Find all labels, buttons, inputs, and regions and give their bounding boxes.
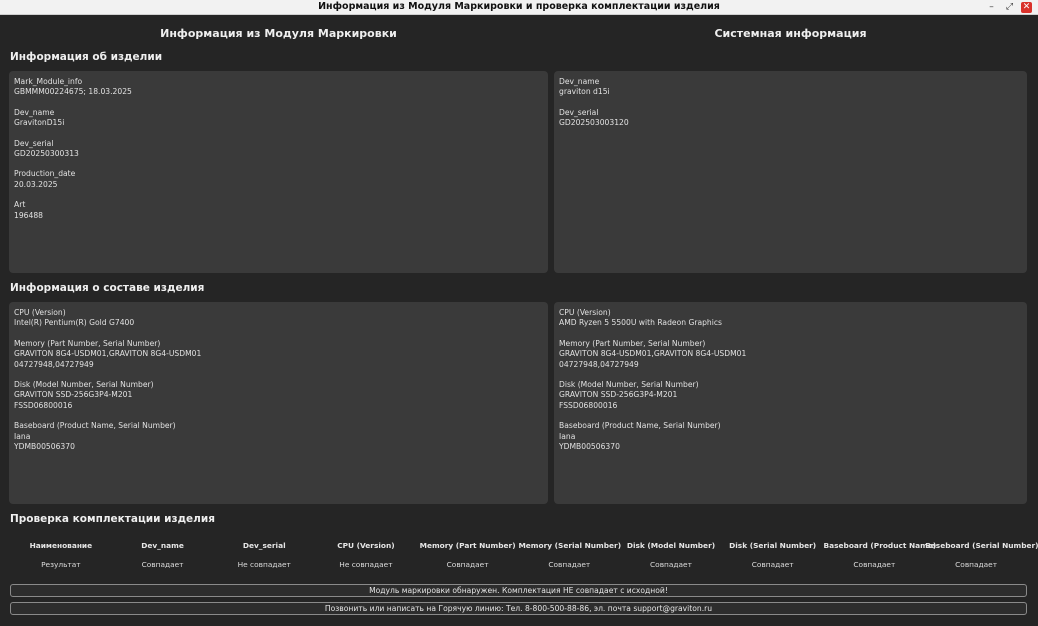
check-table: Наименование Dev_name Dev_serial CPU (Ve… bbox=[10, 537, 1038, 575]
device-system-panel: Dev_name graviton d15i Dev_serial GD2025… bbox=[554, 71, 1027, 273]
field-value: GRAVITON SSD-256G3P4-M201 bbox=[559, 390, 678, 400]
column-header: Disk (Serial Number) bbox=[729, 540, 817, 550]
result-cell: Совпадает bbox=[446, 559, 489, 569]
result-cell: Результат bbox=[41, 559, 81, 569]
field-key: Dev_name bbox=[14, 107, 55, 117]
field-dev-name: Dev_name GravitonD15i bbox=[14, 108, 543, 129]
field-disk: Disk (Model Number, Serial Number) GRAVI… bbox=[559, 380, 1022, 411]
field-value: GRAVITON SSD-256G3P4-M201 bbox=[14, 390, 133, 400]
status-message-button[interactable]: Модуль маркировки обнаружен. Комплектаци… bbox=[10, 584, 1027, 597]
field-value: Iana bbox=[559, 431, 576, 441]
field-key: Mark_Module_info bbox=[14, 77, 83, 86]
result-cell: Совпадает bbox=[853, 559, 896, 569]
field-value: GravitonD15i bbox=[14, 118, 65, 128]
field-memory: Memory (Part Number, Serial Number) GRAV… bbox=[14, 339, 543, 370]
field-production-date: Production_date 20.03.2025 bbox=[14, 169, 543, 190]
field-value-serial: 04727948,04727949 bbox=[559, 359, 639, 369]
field-cpu: CPU (Version) AMD Ryzen 5 5500U with Rad… bbox=[559, 308, 1022, 329]
field-key: Dev_name bbox=[559, 77, 600, 86]
field-value: GD202503003120 bbox=[559, 118, 629, 128]
field-mark-module-info: Mark_Module_info GBMMM00224675; 18.03.20… bbox=[14, 77, 543, 98]
result-cell: Совпадает bbox=[955, 559, 998, 569]
field-value-serial: FSSD06800016 bbox=[559, 400, 618, 410]
column-header: Dev_serial bbox=[242, 540, 286, 550]
column-header: Memory (Part Number) bbox=[419, 540, 516, 550]
field-value: Iana bbox=[14, 431, 31, 441]
field-dev-name: Dev_name graviton d15i bbox=[559, 77, 1022, 98]
field-value: 20.03.2025 bbox=[14, 179, 58, 189]
check-section-title: Проверка комплектации изделия bbox=[10, 513, 215, 525]
composition-system-panel: CPU (Version) AMD Ryzen 5 5500U with Rad… bbox=[554, 302, 1027, 504]
field-dev-serial: Dev_serial GD202503003120 bbox=[559, 108, 1022, 129]
field-key: Baseboard (Product Name, Serial Number) bbox=[559, 421, 721, 431]
field-value: GRAVITON 8G4-USDM01,GRAVITON 8G4-USDM01 bbox=[14, 349, 202, 359]
field-key: Art bbox=[14, 200, 26, 210]
result-cell: Не совпадает bbox=[339, 559, 393, 569]
device-module-panel: Mark_Module_info GBMMM00224675; 18.03.20… bbox=[9, 71, 548, 273]
field-value: GRAVITON 8G4-USDM01,GRAVITON 8G4-USDM01 bbox=[559, 349, 747, 359]
hotline-button[interactable]: Позвонить или написать на Горячую линию:… bbox=[10, 602, 1027, 615]
column-header: Baseboard (Product Name) bbox=[823, 540, 937, 550]
field-baseboard: Baseboard (Product Name, Serial Number) … bbox=[559, 421, 1022, 452]
field-key: Memory (Part Number, Serial Number) bbox=[14, 338, 161, 348]
field-value: AMD Ryzen 5 5500U with Radeon Graphics bbox=[559, 318, 722, 328]
column-header: Baseboard (Serial Number) bbox=[925, 540, 1038, 550]
composition-section-title: Информация о составе изделия bbox=[10, 282, 205, 294]
field-value: GBMMM00224675; 18.03.2025 bbox=[14, 87, 132, 97]
column-header: Memory (Serial Number) bbox=[518, 540, 622, 550]
field-key: Dev_serial bbox=[559, 107, 599, 117]
field-value: graviton d15i bbox=[559, 87, 610, 97]
field-key: CPU (Version) bbox=[14, 308, 66, 317]
table-header-row: Наименование Dev_name Dev_serial CPU (Ve… bbox=[10, 537, 1038, 553]
field-art: Art 196488 bbox=[14, 200, 543, 221]
field-value: GD20250300313 bbox=[14, 149, 79, 159]
field-dev-serial: Dev_serial GD20250300313 bbox=[14, 139, 543, 160]
field-key: Disk (Model Number, Serial Number) bbox=[559, 380, 699, 390]
window-title: Информация из Модуля Маркировки и провер… bbox=[318, 1, 720, 12]
result-cell: Совпадает bbox=[548, 559, 591, 569]
result-cell: Совпадает bbox=[751, 559, 794, 569]
result-cell: Не совпадает bbox=[237, 559, 291, 569]
column-header: Disk (Model Number) bbox=[626, 540, 716, 550]
field-value-serial: 04727948,04727949 bbox=[14, 359, 94, 369]
field-baseboard: Baseboard (Product Name, Serial Number) … bbox=[14, 421, 543, 452]
field-key: Baseboard (Product Name, Serial Number) bbox=[14, 421, 176, 431]
device-section-title: Информация об изделии bbox=[10, 51, 163, 63]
column-header: Dev_name bbox=[141, 540, 184, 550]
field-value: Intel(R) Pentium(R) Gold G7400 bbox=[14, 318, 135, 328]
table-row: Результат Совпадает Не совпадает Не совп… bbox=[10, 553, 1027, 575]
field-key: Production_date bbox=[14, 169, 76, 179]
window-titlebar: Информация из Модуля Маркировки и провер… bbox=[0, 0, 1038, 15]
maximize-icon[interactable]: ⤢ bbox=[1004, 2, 1015, 13]
field-value-serial: YDMB00506370 bbox=[559, 442, 620, 452]
field-key: CPU (Version) bbox=[559, 308, 611, 317]
field-key: Dev_serial bbox=[14, 138, 54, 148]
result-cell: Совпадает bbox=[650, 559, 692, 569]
field-key: Disk (Model Number, Serial Number) bbox=[14, 380, 154, 390]
field-disk: Disk (Model Number, Serial Number) GRAVI… bbox=[14, 380, 543, 411]
minimize-icon[interactable]: – bbox=[986, 2, 997, 13]
module-column-heading: Информация из Модуля Маркировки bbox=[160, 27, 397, 40]
field-value: 196488 bbox=[14, 210, 43, 220]
column-header: Наименование bbox=[29, 540, 93, 550]
field-value-serial: FSSD06800016 bbox=[14, 400, 73, 410]
field-key: Memory (Part Number, Serial Number) bbox=[559, 338, 706, 348]
column-header: CPU (Version) bbox=[337, 540, 395, 550]
close-icon[interactable]: ✕ bbox=[1021, 2, 1032, 13]
composition-module-panel: CPU (Version) Intel(R) Pentium(R) Gold G… bbox=[9, 302, 548, 504]
field-memory: Memory (Part Number, Serial Number) GRAV… bbox=[559, 339, 1022, 370]
system-column-heading: Системная информация bbox=[714, 27, 867, 40]
field-cpu: CPU (Version) Intel(R) Pentium(R) Gold G… bbox=[14, 308, 543, 329]
field-value-serial: YDMB00506370 bbox=[14, 442, 75, 452]
result-cell: Совпадает bbox=[141, 559, 184, 569]
